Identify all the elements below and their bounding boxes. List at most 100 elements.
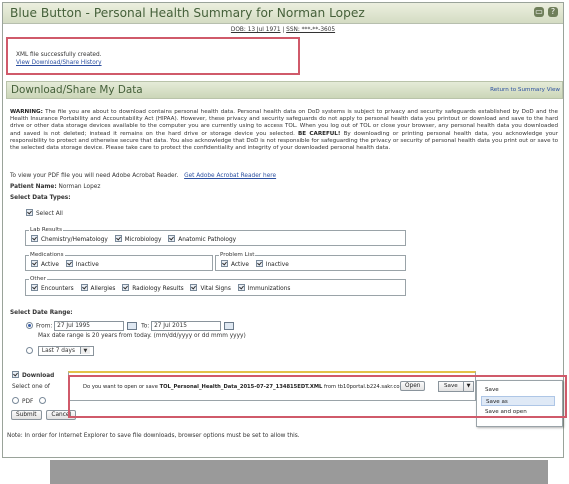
chevron-down-icon: ▼: [79, 347, 90, 354]
bottom-gray-bar: [50, 460, 548, 484]
page-title: Blue Button - Personal Health Summary fo…: [10, 6, 365, 20]
anatomic-pathology-label: Anatomic Pathology: [178, 237, 237, 243]
download-filename: TOL_Personal_Health_Data_2015-07-27_1348…: [159, 384, 323, 390]
data-types-heading: Select Data Types:: [10, 195, 71, 201]
vital-signs-checkbox[interactable]: [190, 284, 198, 291]
problem-active-label: Active: [231, 262, 249, 268]
problem-active-checkbox[interactable]: [221, 260, 228, 267]
date-range-hint: Max date range is 20 years from today. (…: [38, 333, 246, 339]
to-date-input[interactable]: 27 Jul 2015: [151, 321, 222, 331]
demographics: DOB: 13 Jul 1971 | SSN: ***-**-3605: [230, 27, 336, 33]
date-range-row: From: 27 Jul 1995 To: 27 Jul 2015: [26, 321, 238, 331]
menu-item-save-and-open[interactable]: Save and open: [481, 407, 559, 417]
section-header: Download/Share My Data Return to Summary…: [6, 81, 563, 99]
radiology-checkbox[interactable]: [122, 284, 130, 291]
return-to-summary-link[interactable]: Return to Summary View: [490, 87, 560, 93]
calendar-icon[interactable]: [127, 322, 138, 330]
warning-text: WARNING: The file you are about to downl…: [10, 109, 558, 152]
allergies-label: Allergies: [90, 286, 116, 292]
open-button[interactable]: Open: [400, 381, 426, 391]
dob: DOB: 13 Jul 1971: [230, 27, 281, 33]
calendar-icon[interactable]: [224, 322, 235, 330]
patient-label: Patient Name:: [10, 184, 57, 190]
action-buttons: Submit Cancel: [11, 410, 79, 420]
from-date-input[interactable]: 27 Jul 1995: [54, 321, 125, 331]
pdf-radio[interactable]: [12, 397, 19, 404]
help-icon[interactable]: ?: [548, 7, 558, 17]
save-split-button[interactable]: Save ▼: [438, 381, 474, 392]
careful-label: BE CAREFUL!: [298, 130, 341, 137]
immunizations-checkbox[interactable]: [237, 284, 245, 291]
section-title: Download/Share My Data: [11, 84, 143, 96]
warning-label: WARNING:: [10, 109, 43, 115]
title-bar: Blue Button - Personal Health Summary fo…: [3, 3, 563, 24]
medications-legend: Medications: [29, 252, 65, 258]
success-notice: XML file successfully created. View Down…: [6, 37, 300, 75]
success-message: XML file successfully created.: [16, 52, 102, 58]
other-group: Other Encounters Allergies Radiology Res…: [25, 276, 406, 296]
to-label: To:: [141, 323, 150, 330]
save-dropdown-menu: Save Save as Save and open: [476, 380, 563, 427]
med-inactive-label: Inactive: [75, 262, 99, 268]
microbiology-label: Microbiology: [124, 237, 162, 243]
download-label: Download: [22, 373, 55, 379]
patient-name: Norman Lopez: [58, 184, 101, 190]
download-prompt: Do you want to open or save TOL_Personal…: [83, 384, 407, 390]
download-checkbox[interactable]: [12, 371, 19, 378]
med-inactive-checkbox[interactable]: [65, 260, 73, 267]
pdf-reader-line: To view your PDF file you will need Adob…: [10, 173, 276, 179]
med-active-label: Active: [41, 262, 59, 268]
menu-item-save-as[interactable]: Save as: [481, 396, 555, 406]
format-row: PDF: [12, 397, 49, 405]
select-all-label: Select All: [36, 211, 63, 217]
preset-radio[interactable]: [26, 346, 33, 354]
date-range-radio[interactable]: [26, 321, 33, 329]
xml-radio[interactable]: [39, 397, 47, 404]
chemistry-checkbox[interactable]: [31, 235, 38, 242]
pdf-label: PDF: [22, 399, 34, 405]
select-all-checkbox[interactable]: [26, 209, 33, 216]
encounters-label: Encounters: [41, 286, 74, 292]
download-notification-bar: Do you want to open or save TOL_Personal…: [68, 371, 476, 401]
lab-results-legend: Lab Results: [29, 227, 64, 233]
ssn: SSN: ***-**-3605: [286, 27, 336, 33]
download-prompt-prefix: Do you want to open or save: [83, 384, 158, 390]
radiology-label: Radiology Results: [132, 286, 184, 292]
cancel-button[interactable]: Cancel: [46, 410, 77, 420]
ie-note: Note: In order for Internet Explorer to …: [7, 433, 300, 439]
allergies-checkbox[interactable]: [80, 284, 88, 291]
menu-item-save[interactable]: Save: [481, 385, 559, 395]
select-one-text: Select one of: [12, 384, 50, 390]
collapse-icon[interactable]: ▭: [534, 7, 545, 17]
problem-inactive-label: Inactive: [265, 262, 289, 268]
anatomic-pathology-checkbox[interactable]: [168, 235, 176, 242]
date-range-heading: Select Date Range:: [10, 310, 73, 316]
submit-button[interactable]: Submit: [11, 410, 42, 420]
download-history-link[interactable]: View Download/Share History: [16, 60, 102, 66]
pdf-reader-text: To view your PDF file you will need Adob…: [10, 173, 179, 179]
download-row: Download: [12, 371, 54, 379]
medications-group: Medications Active Inactive: [25, 252, 213, 271]
problem-list-legend: Problem List: [219, 252, 256, 258]
lab-results-group: Lab Results Chemistry/Hematology Microbi…: [25, 227, 406, 246]
preset-select[interactable]: Last 7 days ▼: [37, 346, 94, 356]
preset-value: Last 7 days: [41, 348, 75, 354]
from-label: From:: [36, 323, 53, 330]
chevron-down-icon[interactable]: ▼: [463, 382, 473, 391]
select-all-row: Select All: [26, 209, 63, 217]
acrobat-link[interactable]: Get Adobe Acrobat Reader here: [184, 173, 276, 179]
save-button-label: Save: [444, 383, 458, 389]
download-prompt-suffix: from tb10portal.b224.sakr.com?: [323, 384, 408, 390]
med-active-checkbox[interactable]: [31, 260, 38, 267]
immunizations-label: Immunizations: [247, 286, 291, 292]
problem-inactive-checkbox[interactable]: [255, 260, 263, 267]
vital-signs-label: Vital Signs: [200, 286, 231, 292]
encounters-checkbox[interactable]: [31, 284, 38, 291]
problem-list-group: Problem List Active Inactive: [215, 252, 406, 271]
other-legend: Other: [29, 276, 47, 282]
patient-line: Patient Name: Norman Lopez: [10, 184, 100, 190]
preset-row: Last 7 days ▼: [26, 346, 94, 356]
title-bar-icons: ▭ ?: [532, 7, 558, 17]
microbiology-checkbox[interactable]: [114, 235, 122, 242]
chemistry-label: Chemistry/Hematology: [41, 237, 108, 243]
